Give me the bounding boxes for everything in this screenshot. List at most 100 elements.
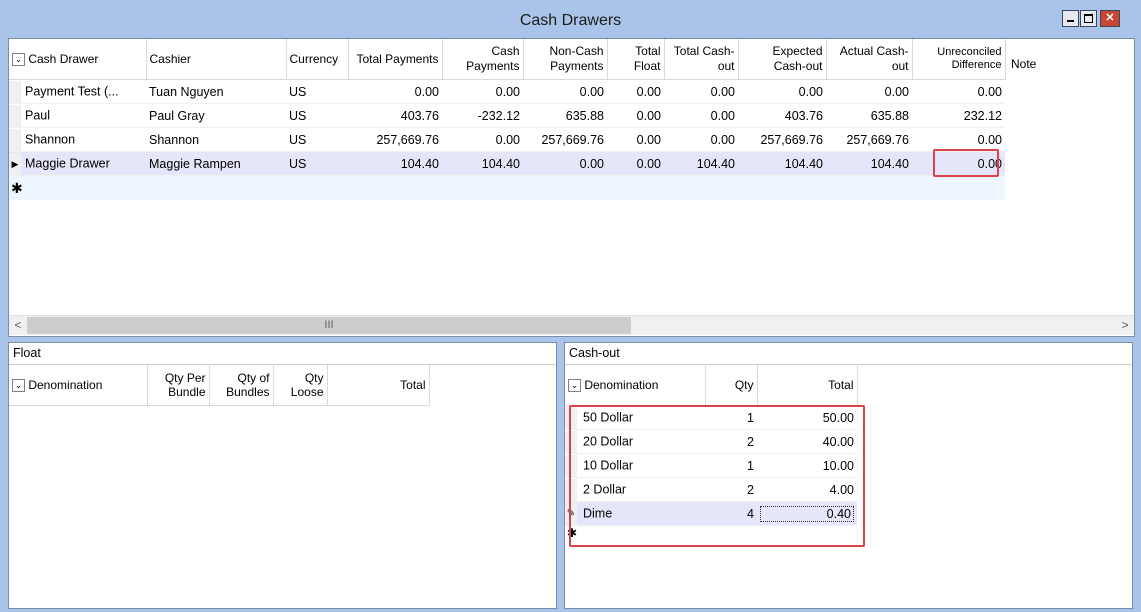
list-item[interactable]: ✎ Dime 4 0.40: [565, 501, 857, 526]
float-col-total[interactable]: Total: [327, 365, 430, 406]
cash-out-cell-total[interactable]: 10.00: [757, 453, 857, 478]
editing-pencil-icon[interactable]: ✎: [565, 502, 577, 525]
maximize-button[interactable]: [1080, 10, 1097, 27]
row-header[interactable]: [565, 454, 577, 477]
cell-total-cash-out[interactable]: 0.00: [664, 103, 738, 128]
scroll-right-icon[interactable]: >: [1116, 316, 1134, 335]
cell-cash-payments[interactable]: 104.40: [442, 151, 523, 176]
cell-total-cash-out[interactable]: 104.40: [664, 151, 738, 176]
col-header-total-float[interactable]: Total Float: [607, 39, 665, 80]
cell-unreconciled-difference[interactable]: 0.00: [912, 79, 1005, 104]
horizontal-scrollbar[interactable]: < III >: [9, 315, 1134, 335]
cash-out-cell-qty[interactable]: 1: [705, 405, 757, 430]
cash-out-cell-total[interactable]: 50.00: [757, 405, 857, 430]
column-chooser-icon[interactable]: ⌄: [12, 53, 25, 67]
cell-actual-cash-out[interactable]: 635.88: [826, 103, 912, 128]
cell-unreconciled-difference[interactable]: 0.00: [912, 151, 1005, 176]
row-header[interactable]: [9, 104, 21, 127]
column-chooser-icon[interactable]: ⌄: [568, 379, 581, 393]
col-header-cash-payments[interactable]: Cash Payments: [442, 39, 524, 80]
cash-out-cell-denomination[interactable]: 10 Dollar: [565, 453, 705, 478]
new-row-icon[interactable]: ✱: [9, 175, 1005, 200]
new-row[interactable]: ✱: [565, 526, 857, 541]
scroll-thumb[interactable]: III: [27, 317, 631, 334]
row-header[interactable]: [565, 406, 577, 429]
cell-cashier[interactable]: Shannon: [146, 127, 286, 152]
cell-total-float[interactable]: 0.00: [607, 79, 664, 104]
col-header-currency[interactable]: Currency: [286, 39, 349, 80]
cell-non-cash-payments[interactable]: 635.88: [523, 103, 607, 128]
col-header-unreconciled-difference[interactable]: Unreconciled Difference: [912, 39, 1006, 80]
cell-currency[interactable]: US: [286, 103, 348, 128]
cash-out-col-denomination[interactable]: ⌄ Denomination: [565, 365, 706, 406]
cash-out-col-qty[interactable]: Qty: [705, 365, 758, 406]
cell-actual-cash-out[interactable]: 0.00: [826, 79, 912, 104]
table-row[interactable]: Paul Paul Gray US 403.76 -232.12 635.88 0.00 0.…: [9, 103, 1005, 128]
row-header[interactable]: [565, 430, 577, 453]
cash-out-cell-qty[interactable]: 2: [705, 429, 757, 454]
cell-cash-drawer[interactable]: Paul: [9, 103, 146, 128]
list-item[interactable]: 2 Dollar 2 4.00: [565, 477, 857, 502]
current-row-arrow-icon[interactable]: ▶: [9, 152, 21, 175]
row-header[interactable]: [565, 478, 577, 501]
cell-cashier[interactable]: Maggie Rampen: [146, 151, 286, 176]
cell-total-float[interactable]: 0.00: [607, 127, 664, 152]
cell-cash-drawer[interactable]: Payment Test (...: [9, 79, 146, 104]
cell-cash-payments[interactable]: -232.12: [442, 103, 523, 128]
float-col-qty-of-bundles[interactable]: Qty of Bundles: [209, 365, 274, 406]
cash-out-cell-denomination[interactable]: 2 Dollar: [565, 477, 705, 502]
cell-expected-cash-out[interactable]: 257,669.76: [738, 127, 826, 152]
cash-out-cell-qty[interactable]: 2: [705, 477, 757, 502]
cell-expected-cash-out[interactable]: 104.40: [738, 151, 826, 176]
col-header-non-cash-payments[interactable]: Non-Cash Payments: [523, 39, 608, 80]
cell-non-cash-payments[interactable]: 257,669.76: [523, 127, 607, 152]
cell-actual-cash-out[interactable]: 104.40: [826, 151, 912, 176]
list-item[interactable]: 50 Dollar 1 50.00: [565, 405, 857, 430]
col-header-expected-cash-out[interactable]: Expected Cash-out: [738, 39, 827, 80]
cell-total-payments[interactable]: 403.76: [348, 103, 442, 128]
new-row-icon[interactable]: ✱: [565, 526, 857, 541]
col-header-cashier[interactable]: Cashier: [146, 39, 287, 80]
cell-currency[interactable]: US: [286, 151, 348, 176]
cell-total-payments[interactable]: 0.00: [348, 79, 442, 104]
cell-total-float[interactable]: 0.00: [607, 103, 664, 128]
row-header[interactable]: [9, 128, 21, 151]
cell-non-cash-payments[interactable]: 0.00: [523, 151, 607, 176]
list-item[interactable]: 10 Dollar 1 10.00: [565, 453, 857, 478]
col-header-actual-cash-out[interactable]: Actual Cash-out: [826, 39, 913, 80]
cell-cash-drawer[interactable]: ▶ Maggie Drawer: [9, 151, 146, 176]
col-header-cash-drawer[interactable]: ⌄ Cash Drawer: [9, 39, 147, 80]
cash-out-cell-total[interactable]: 0.40: [757, 501, 857, 526]
minimize-button[interactable]: [1062, 10, 1079, 27]
cell-total-cash-out[interactable]: 0.00: [664, 127, 738, 152]
cell-cashier[interactable]: Paul Gray: [146, 103, 286, 128]
cell-currency[interactable]: US: [286, 127, 348, 152]
cell-total-payments[interactable]: 104.40: [348, 151, 442, 176]
float-col-qty-per-bundle[interactable]: Qty Per Bundle: [147, 365, 210, 406]
cell-cash-payments[interactable]: 0.00: [442, 127, 523, 152]
cell-currency[interactable]: US: [286, 79, 348, 104]
cell-total-cash-out[interactable]: 0.00: [664, 79, 738, 104]
cell-total-float[interactable]: 0.00: [607, 151, 664, 176]
cash-out-cell-denomination[interactable]: 20 Dollar: [565, 429, 705, 454]
close-button[interactable]: ✕: [1100, 10, 1120, 27]
cash-out-col-total[interactable]: Total: [757, 365, 858, 406]
table-row[interactable]: Shannon Shannon US 257,669.76 0.00 257,669.76…: [9, 127, 1005, 152]
cash-out-cell-qty[interactable]: 4: [705, 501, 757, 526]
table-row[interactable]: Payment Test (... Tuan Nguyen US 0.00 0.00 0.…: [9, 79, 1005, 104]
cell-expected-cash-out[interactable]: 403.76: [738, 103, 826, 128]
table-row[interactable]: ▶ Maggie Drawer Maggie Rampen US 104.40 104.4…: [9, 151, 1005, 176]
cell-cashier[interactable]: Tuan Nguyen: [146, 79, 286, 104]
cash-out-cell-qty[interactable]: 1: [705, 453, 757, 478]
cell-unreconciled-difference[interactable]: 0.00: [912, 127, 1005, 152]
cash-out-cell-total[interactable]: 4.00: [757, 477, 857, 502]
cell-unreconciled-difference[interactable]: 232.12: [912, 103, 1005, 128]
scroll-left-icon[interactable]: <: [9, 316, 27, 335]
cell-cash-payments[interactable]: 0.00: [442, 79, 523, 104]
float-col-qty-loose[interactable]: Qty Loose: [273, 365, 328, 406]
cash-out-cell-denomination[interactable]: ✎ Dime: [565, 501, 705, 526]
cell-non-cash-payments[interactable]: 0.00: [523, 79, 607, 104]
cell-expected-cash-out[interactable]: 0.00: [738, 79, 826, 104]
cash-out-cell-total[interactable]: 40.00: [757, 429, 857, 454]
cash-out-cell-denomination[interactable]: 50 Dollar: [565, 405, 705, 430]
